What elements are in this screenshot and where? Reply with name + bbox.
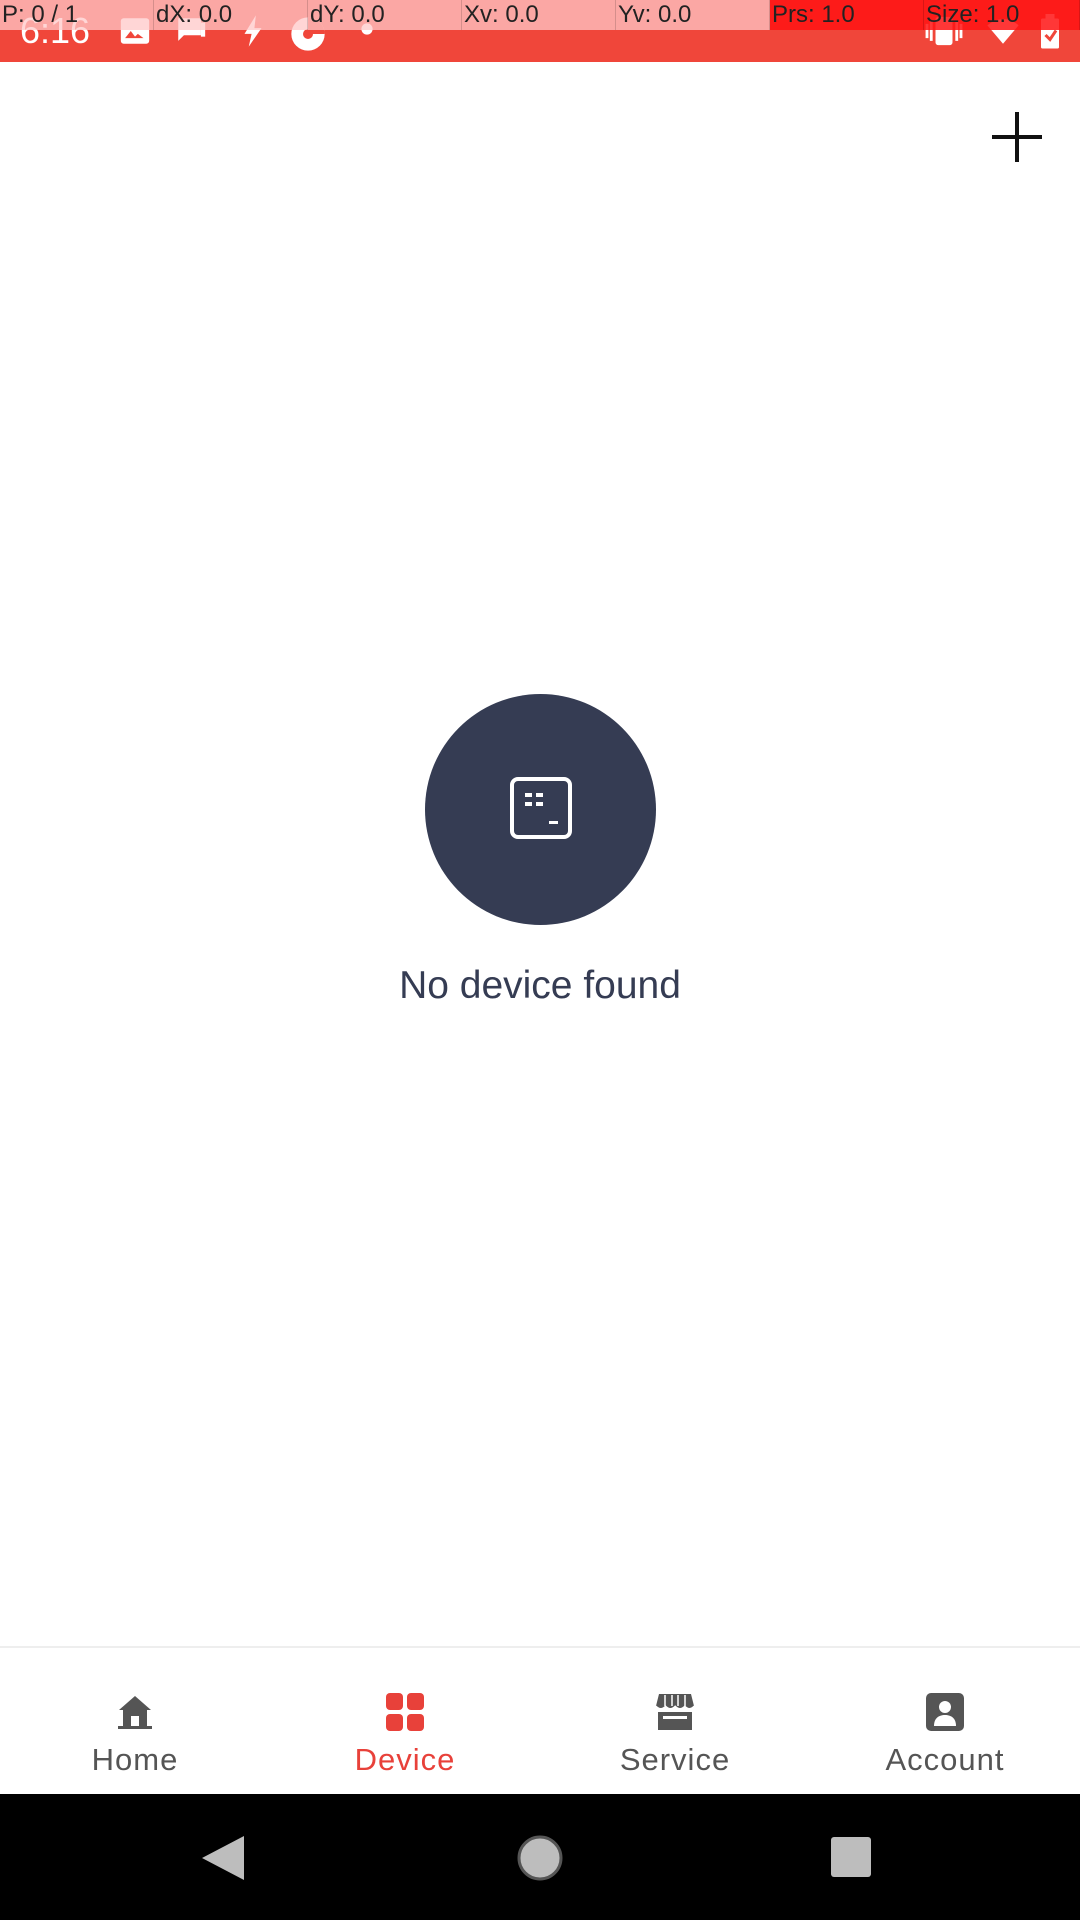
pointer-count: P: 0 / 1 [0, 0, 154, 30]
nav-item-device[interactable]: Device [270, 1648, 540, 1796]
empty-state-illustration [425, 694, 656, 925]
nav-item-service[interactable]: Service [540, 1648, 810, 1796]
pointer-dy: dY: 0.0 [308, 0, 462, 30]
nav-label-service: Service [619, 1742, 731, 1777]
nav-label-device: Device [354, 1742, 456, 1777]
store-icon [655, 1694, 695, 1730]
pointer-location-overlay: P: 0 / 1 dX: 0.0 dY: 0.0 Xv: 0.0 Yv: 0.0… [0, 0, 1080, 30]
pointer-size: Size: 1.0 [924, 0, 1080, 30]
home-circle-icon[interactable] [516, 1834, 564, 1882]
plus-icon [992, 112, 1042, 162]
account-icon [926, 1693, 964, 1731]
home-icon [118, 1696, 152, 1729]
add-device-button[interactable] [980, 100, 1054, 174]
nav-item-home[interactable]: Home [0, 1648, 270, 1796]
nav-label-home: Home [91, 1742, 179, 1777]
recents-icon[interactable] [830, 1836, 872, 1878]
device-grid-icon [386, 1693, 424, 1731]
device-terminal-icon [510, 777, 572, 839]
pointer-dx: dX: 0.0 [154, 0, 308, 30]
nav-label-account: Account [885, 1742, 1005, 1777]
bottom-navigation: Home Device Service Account [0, 1646, 1080, 1796]
back-icon[interactable] [200, 1834, 246, 1882]
pointer-xv: Xv: 0.0 [462, 0, 616, 30]
pointer-yv: Yv: 0.0 [616, 0, 770, 30]
system-navigation-bar [0, 1794, 1080, 1920]
pointer-pressure: Prs: 1.0 [770, 0, 924, 30]
nav-item-account[interactable]: Account [810, 1648, 1080, 1796]
empty-state-message: No device found [399, 964, 681, 1007]
